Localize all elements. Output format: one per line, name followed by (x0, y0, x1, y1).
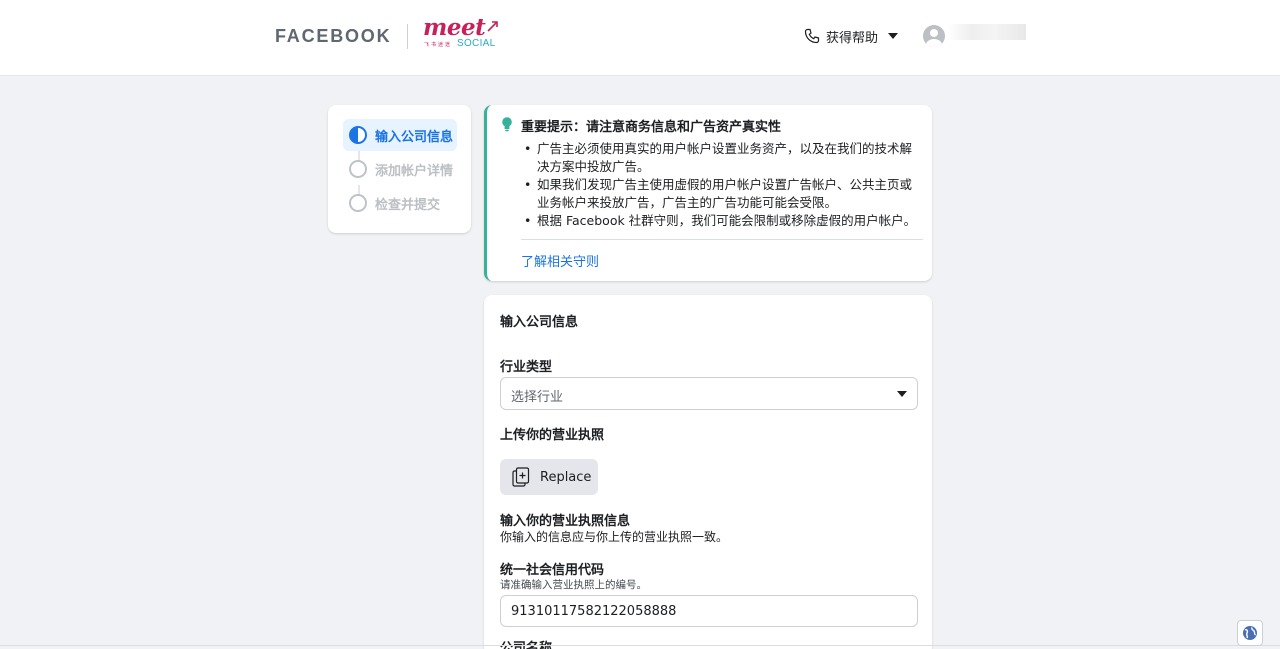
industry-placeholder: 选择行业 (511, 390, 564, 405)
meet-social-logo: meet 飞书迷途 SOCIAL (421, 14, 503, 54)
form-title: 输入公司信息 (500, 315, 579, 330)
logo-divider (407, 24, 408, 49)
chevron-down-icon (897, 391, 907, 397)
company-info-form: 输入公司信息 行业类型 选择行业 上传你的营业执照 Replace 输入你的营业… (484, 295, 932, 649)
empty-circle-icon (349, 160, 367, 178)
notice-item: 如果我们发现广告主使用虚假的用户帐户设置广告帐户、公共主页或业务帐户来投放广告，… (521, 176, 921, 212)
industry-select[interactable]: 选择行业 (500, 377, 918, 410)
step-label: 添加帐户详情 (375, 163, 454, 179)
language-button[interactable] (1237, 620, 1263, 646)
logo-arrow-icon (487, 21, 498, 32)
half-circle-icon (349, 126, 367, 144)
notice-title: 重要提示：请注意商务信息和广告资产真实性 (521, 120, 782, 135)
chevron-down-icon (888, 33, 899, 39)
step-review-submit[interactable]: 检查并提交 (343, 187, 457, 219)
user-name-redacted[interactable] (948, 24, 1026, 40)
add-file-icon (512, 467, 530, 487)
meet-logo-text: meet (423, 14, 486, 41)
step-label: 检查并提交 (375, 197, 441, 213)
help-label: 获得帮助 (826, 30, 879, 46)
notice-list: 广告主必须使用真实的用户帐户设置业务资产，以及在我们的技术解决方案中投放广告。 … (521, 140, 921, 230)
notice-item: 广告主必须使用真实的用户帐户设置业务资产，以及在我们的技术解决方案中投放广告。 (521, 140, 921, 176)
facebook-logo: FACEBOOK (275, 26, 392, 46)
industry-label: 行业类型 (500, 360, 553, 375)
logo-tagline: 飞书迷途 (424, 42, 453, 48)
empty-circle-icon (349, 194, 367, 212)
step-company-info[interactable]: 输入公司信息 (343, 119, 457, 151)
notice-item: 根据 Facebook 社群守则，我们可能会限制或移除虚假的用户帐户。 (521, 212, 921, 230)
top-header: FACEBOOK meet 飞书迷途 SOCIAL 获得帮助 (0, 0, 1280, 76)
license-info-label: 输入你的营业执照信息 (500, 514, 631, 529)
license-upload-label: 上传你的营业执照 (500, 428, 605, 443)
credit-code-label: 统一社会信用代码 (500, 563, 605, 578)
replace-label: Replace (540, 469, 592, 485)
page-bottom-border (0, 645, 1280, 646)
lightbulb-icon (502, 117, 512, 132)
progress-steps: 输入公司信息 添加帐户详情 检查并提交 (328, 105, 471, 233)
user-avatar-icon[interactable] (923, 25, 945, 47)
step-account-details[interactable]: 添加帐户详情 (343, 153, 457, 185)
company-name-label: 公司名称 (500, 641, 553, 649)
license-info-description: 你输入的信息应与你上传的营业执照一致。 (500, 530, 729, 544)
help-menu[interactable]: 获得帮助 (804, 26, 899, 46)
phone-icon (804, 28, 820, 44)
globe-icon (1243, 626, 1257, 640)
step-label: 输入公司信息 (375, 129, 454, 145)
logo-social-text: SOCIAL (457, 38, 496, 49)
learn-rules-link[interactable]: 了解相关守则 (521, 251, 599, 270)
credit-code-input[interactable] (500, 595, 918, 627)
credit-code-hint: 请准确输入营业执照上的编号。 (500, 579, 647, 591)
important-notice-card: 重要提示：请注意商务信息和广告资产真实性 广告主必须使用真实的用户帐户设置业务资… (484, 105, 932, 281)
replace-button[interactable]: Replace (500, 459, 598, 495)
notice-divider (521, 239, 923, 240)
